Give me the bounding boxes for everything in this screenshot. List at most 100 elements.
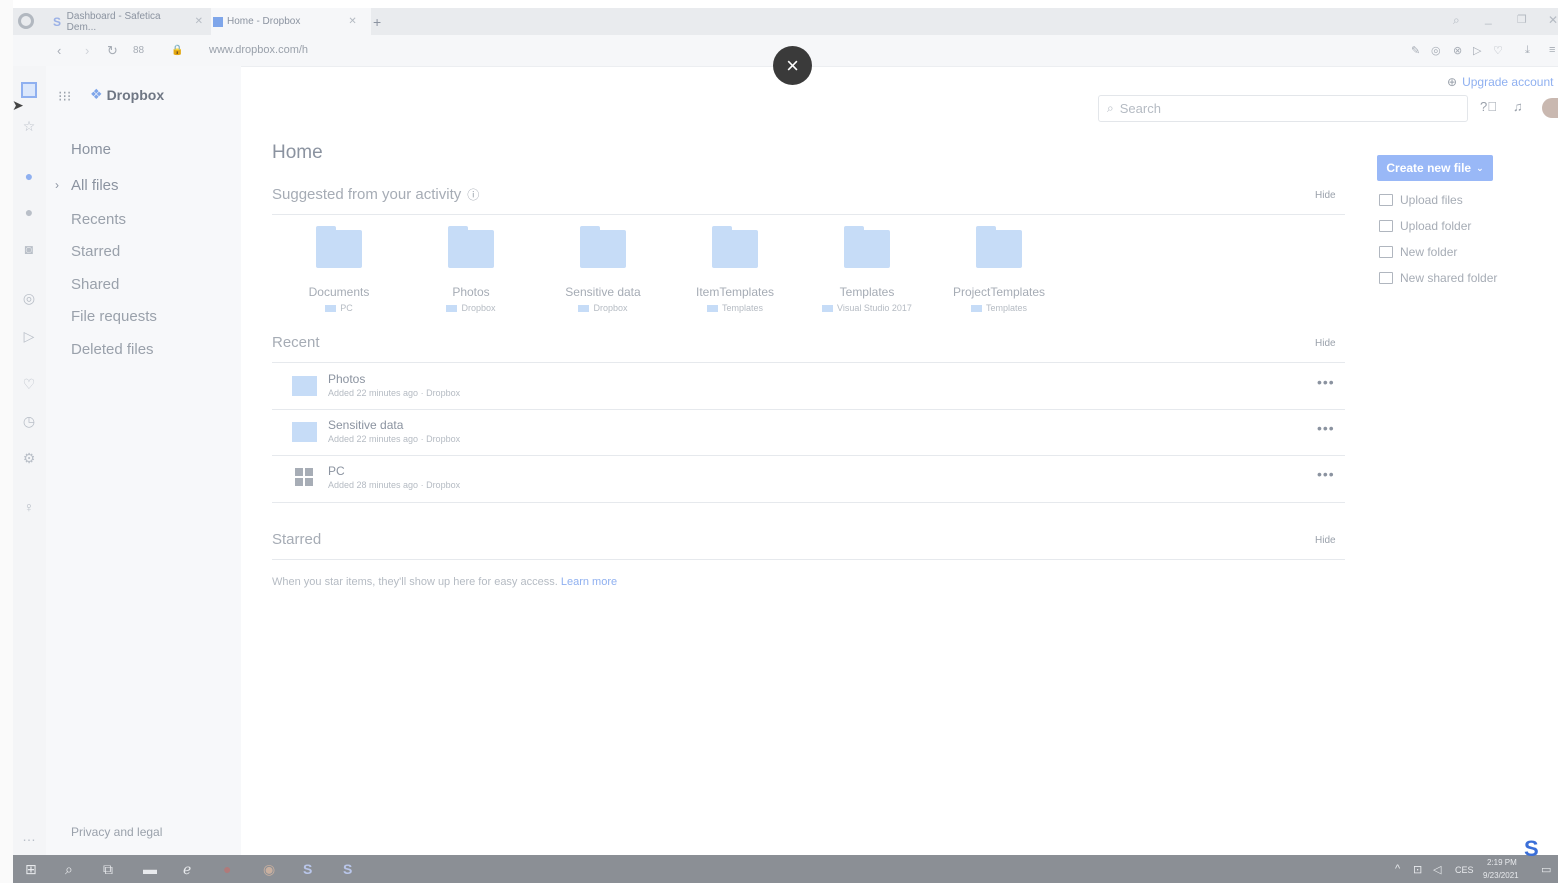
hide-recent-button[interactable]: Hide: [1315, 338, 1336, 349]
minimize-icon[interactable]: _: [1485, 11, 1492, 25]
hide-suggested-button[interactable]: Hide: [1315, 190, 1336, 201]
folder-icon: [448, 226, 494, 268]
app-icon[interactable]: ◉: [263, 861, 275, 878]
close-tab-icon[interactable]: ✕: [195, 16, 203, 27]
play-icon[interactable]: ▷: [1473, 44, 1481, 57]
menu-icon[interactable]: ≡: [1549, 44, 1555, 56]
learn-more-link[interactable]: Learn more: [561, 576, 617, 588]
dropbox-logo[interactable]: ❖ Dropbox: [90, 86, 164, 103]
tab-safetica[interactable]: S Dashboard - Safetica Dem... ✕: [53, 8, 203, 35]
close-window-icon[interactable]: ✕: [1548, 13, 1558, 27]
recent-row[interactable]: Photos Added 22 minutes ago · Dropbox ••…: [272, 364, 1345, 410]
settings-icon[interactable]: ⚙: [21, 450, 37, 466]
network-icon[interactable]: ⊡: [1413, 863, 1422, 876]
clock-date[interactable]: 9/23/2021: [1483, 871, 1519, 880]
reload-icon[interactable]: ↻: [107, 43, 118, 59]
windows-start-icon[interactable]: ⊞: [25, 861, 37, 878]
more-options-button[interactable]: •••: [1317, 374, 1335, 390]
folder-icon: [292, 422, 317, 442]
restore-icon[interactable]: ❐: [1517, 13, 1527, 26]
edit-icon[interactable]: ✎: [1411, 44, 1420, 57]
tray-chevron-icon[interactable]: ^: [1395, 863, 1400, 875]
nav-file-requests[interactable]: File requests: [71, 308, 157, 325]
help-icon[interactable]: ?⃝: [1480, 99, 1497, 114]
folder-icon: [844, 226, 890, 268]
tab-dropbox[interactable]: Home - Dropbox ✕: [211, 8, 371, 35]
privacy-legal-link[interactable]: Privacy and legal: [71, 825, 162, 839]
dropbox-nav: ⁝⁝⁝ ❖ Dropbox Home › All files Recents S…: [46, 66, 241, 855]
suggested-folder[interactable]: ItemTemplates Templates: [675, 226, 795, 313]
recent-row[interactable]: PC Added 28 minutes ago · Dropbox •••: [272, 456, 1345, 502]
upgrade-account-link[interactable]: ⊕ Upgrade account: [1447, 75, 1553, 89]
new-folder-button[interactable]: New folder: [1379, 245, 1457, 259]
task-view-icon[interactable]: ⧉: [103, 861, 113, 878]
suggested-folder[interactable]: Templates Visual Studio 2017: [807, 226, 927, 313]
nav-recents[interactable]: Recents: [71, 211, 126, 228]
messenger-icon[interactable]: ●: [21, 168, 37, 184]
volume-icon[interactable]: ◁: [1433, 863, 1441, 876]
close-tab-icon[interactable]: ✕: [348, 16, 356, 27]
new-tab-button[interactable]: +: [373, 8, 381, 35]
nav-starred[interactable]: Starred: [71, 243, 120, 260]
search-icon[interactable]: ⌕: [65, 861, 73, 878]
suggested-folder[interactable]: ProjectTemplates Templates: [939, 226, 1059, 313]
favorites-icon[interactable]: ♡: [21, 376, 37, 392]
new-shared-folder-button[interactable]: New shared folder: [1379, 271, 1497, 285]
workspace-icon[interactable]: [21, 82, 37, 98]
history-icon[interactable]: ◷: [21, 413, 37, 429]
safetica-icon[interactable]: S: [343, 861, 352, 877]
bell-icon[interactable]: ♫: [1513, 99, 1523, 114]
nav-all-files[interactable]: All files: [71, 177, 119, 194]
divider: [272, 502, 1345, 503]
download-icon[interactable]: ⤓: [1525, 44, 1530, 57]
forward-icon[interactable]: ›: [85, 43, 89, 58]
search-tabs-icon[interactable]: ⌕: [1453, 13, 1460, 28]
recent-row[interactable]: Sensitive data Added 22 minutes ago · Dr…: [272, 410, 1345, 456]
upload-folder-button[interactable]: Upload folder: [1379, 219, 1471, 233]
notification-icon[interactable]: ▭: [1541, 863, 1551, 876]
tips-icon[interactable]: ♀: [21, 499, 37, 515]
suggested-folder[interactable]: Sensitive data Dropbox: [543, 226, 663, 313]
instagram-icon[interactable]: ◙: [21, 241, 37, 257]
vpn-icon[interactable]: ⊗: [1453, 44, 1462, 57]
back-icon[interactable]: ‹: [57, 43, 61, 58]
star-icon[interactable]: ☆: [21, 118, 37, 134]
create-new-file-button[interactable]: Create new file ⌄: [1377, 155, 1493, 181]
search-input[interactable]: ⌕ Search: [1098, 95, 1468, 122]
whatsapp-icon[interactable]: ●: [21, 204, 37, 220]
opera-taskbar-icon[interactable]: ●: [223, 861, 231, 877]
file-explorer-icon[interactable]: ▬: [143, 861, 157, 877]
hide-starred-button[interactable]: Hide: [1315, 535, 1336, 546]
nav-home[interactable]: Home: [71, 141, 111, 158]
dropbox-favicon-icon: [213, 16, 223, 27]
info-icon[interactable]: ⓘ: [467, 186, 479, 203]
folder-icon: [976, 226, 1022, 268]
more-options-button[interactable]: •••: [1317, 466, 1335, 482]
player-icon[interactable]: ◎: [21, 290, 37, 306]
more-options-button[interactable]: •••: [1317, 420, 1335, 436]
clock-time[interactable]: 2:19 PM: [1487, 858, 1517, 867]
language-indicator[interactable]: CES: [1455, 865, 1474, 875]
more-icon[interactable]: …: [21, 828, 37, 844]
nav-shared[interactable]: Shared: [71, 276, 119, 293]
folder-icon: [970, 304, 982, 312]
url-field[interactable]: www.dropbox.com/h: [209, 44, 308, 56]
upgrade-icon: ⊕: [1447, 75, 1458, 89]
app-grid-icon[interactable]: ⁝⁝⁝: [58, 88, 71, 105]
speed-dial-icon[interactable]: 88: [133, 45, 144, 56]
heart-icon[interactable]: ♡: [1493, 44, 1503, 57]
avatar[interactable]: [1542, 98, 1558, 118]
close-overlay-button[interactable]: ×: [773, 46, 812, 85]
safetica-icon[interactable]: S: [303, 861, 312, 877]
page-title: Home: [272, 142, 323, 163]
send-icon[interactable]: ▷: [21, 328, 37, 344]
suggested-folder[interactable]: Photos Dropbox: [411, 226, 531, 313]
folder-icon: [712, 226, 758, 268]
upload-files-button[interactable]: Upload files: [1379, 193, 1463, 207]
suggested-folder[interactable]: Documents PC: [279, 226, 399, 313]
edge-icon[interactable]: ℯ: [183, 861, 191, 878]
opera-logo-icon[interactable]: [18, 13, 34, 29]
chevron-right-icon[interactable]: ›: [55, 178, 59, 192]
camera-icon[interactable]: ◎: [1431, 44, 1441, 57]
nav-deleted-files[interactable]: Deleted files: [71, 341, 154, 358]
